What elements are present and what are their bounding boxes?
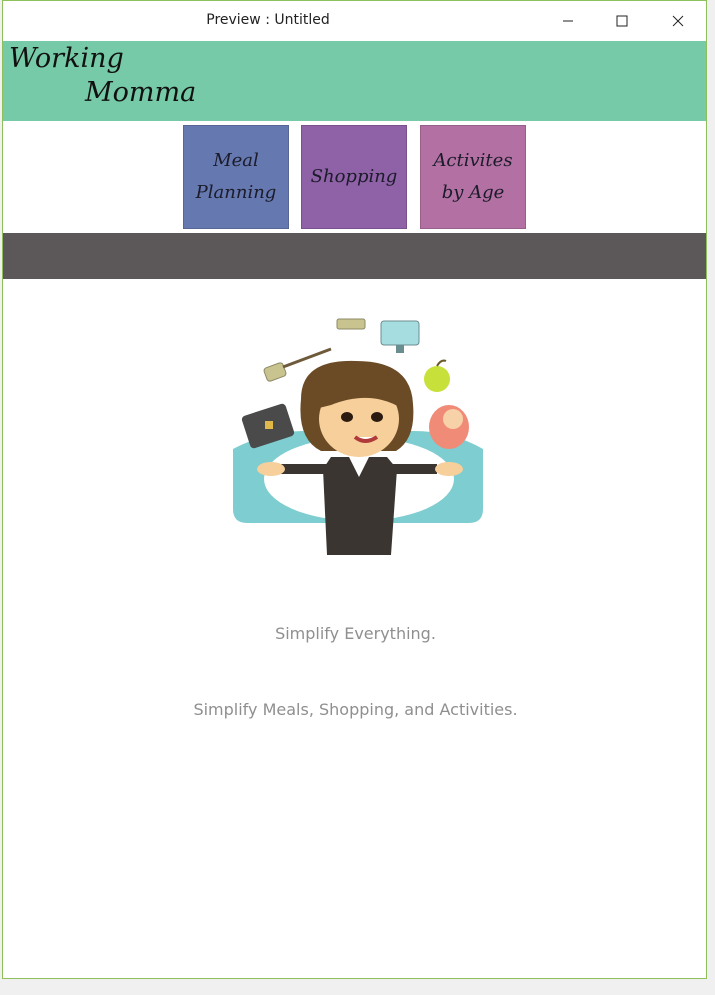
- title-bar: Preview : Untitled: [3, 1, 706, 41]
- meal-planning-button[interactable]: Meal Planning: [183, 125, 289, 229]
- minimize-button[interactable]: [540, 1, 596, 41]
- activities-by-age-button[interactable]: Activites by Age: [420, 125, 526, 229]
- close-button[interactable]: [650, 1, 706, 41]
- minimize-icon: [563, 20, 573, 22]
- meal-planning-label: Meal Planning: [195, 150, 277, 203]
- maximize-icon: [616, 15, 628, 27]
- gray-bar: [3, 233, 706, 279]
- activities-label: Activites by Age: [433, 150, 513, 203]
- keyboard-icon: [336, 318, 366, 330]
- logo-line-2: Momma: [85, 77, 197, 108]
- tagline-primary: Simplify Everything.: [275, 624, 436, 643]
- header-banner: Working Momma: [3, 41, 706, 121]
- tagline-secondary: Simplify Meals, Shopping, and Activities…: [193, 700, 518, 719]
- maximize-button[interactable]: [594, 1, 650, 41]
- shopping-button[interactable]: Shopping: [301, 125, 407, 229]
- app-window: Preview : Untitled Working Momma Meal Pl…: [2, 0, 707, 979]
- juggling-mom-illustration: [233, 318, 483, 555]
- logo-line-1: Working: [9, 43, 124, 74]
- baby-icon: [429, 405, 469, 449]
- monitor-icon: [380, 320, 420, 353]
- window-title: Preview : Untitled: [206, 12, 330, 28]
- apple-icon: [424, 359, 450, 392]
- close-icon: [672, 15, 684, 27]
- shopping-label: Shopping: [310, 166, 398, 187]
